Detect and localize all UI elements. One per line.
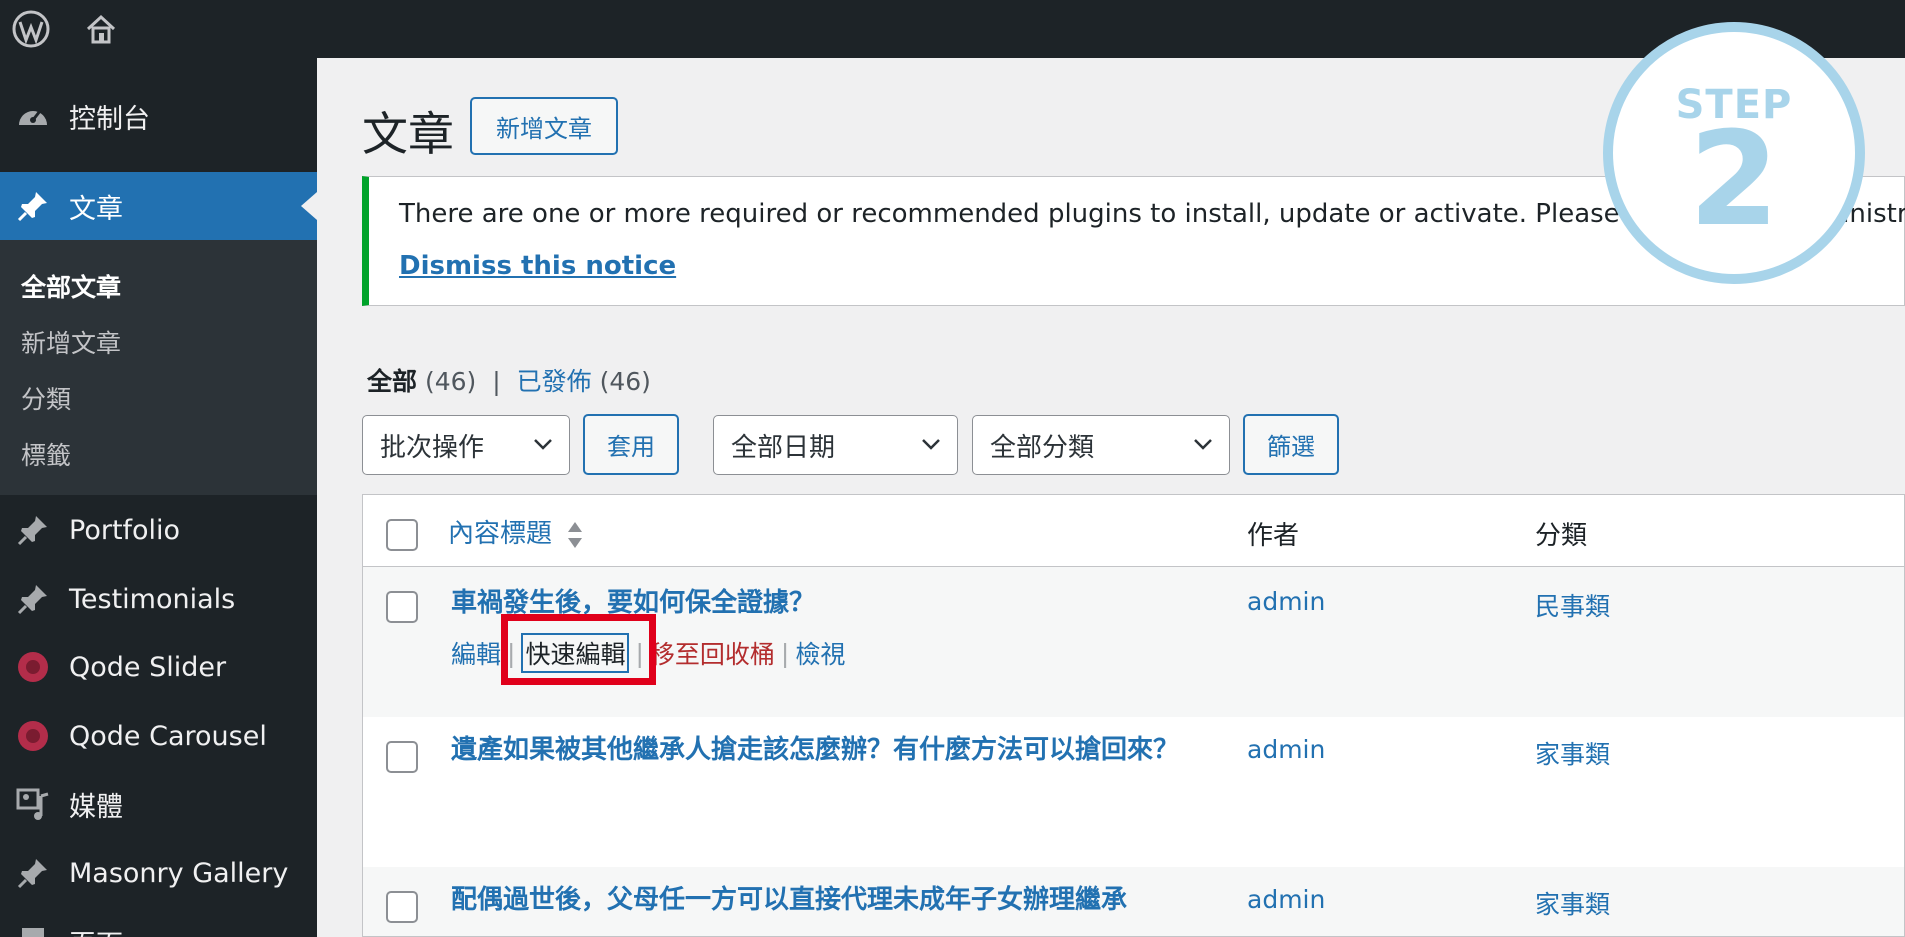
menu-label: Masonry Gallery [69, 857, 289, 889]
carousel-icon [15, 718, 51, 754]
view-published-link[interactable]: 已發佈 [517, 367, 592, 396]
column-title-label: 內容標題 [448, 519, 553, 549]
menu-item-dashboard[interactable]: 控制台 [0, 82, 317, 150]
row-checkbox[interactable] [386, 891, 418, 923]
post-title-link[interactable]: 配偶過世後，父母任一方可以直接代理未成年子女辦理繼承 [451, 881, 1211, 919]
column-title-header[interactable]: 內容標題 [448, 513, 584, 550]
filter-button[interactable]: 篩選 [1243, 414, 1339, 475]
post-author-link[interactable]: admin [1247, 587, 1325, 616]
menu-item-portfolio[interactable]: Portfolio [0, 496, 317, 564]
step-badge: STEP 2 [1603, 22, 1865, 284]
post-title-link[interactable]: 遺產如果被其他繼承人搶走該怎麼辦？有什麼方法可以搶回來？ [451, 731, 1191, 769]
submenu-all-posts[interactable]: 全部文章 [21, 268, 121, 304]
admin-sidebar: 控制台 文章 全部文章 新增文章 分類 標籤 Portfolio Testimo… [0, 58, 317, 937]
menu-item-pages[interactable]: 頁面 [0, 908, 317, 937]
table-header: 內容標題 作者 分類 [363, 495, 1904, 567]
submenu-tags[interactable]: 標籤 [21, 436, 71, 472]
menu-label: Qode Slider [69, 651, 227, 683]
table-row: 配偶過世後，父母任一方可以直接代理未成年子女辦理繼承 admin 家事類 [363, 867, 1904, 936]
apply-button[interactable]: 套用 [583, 414, 679, 475]
menu-label: Qode Carousel [69, 720, 267, 752]
dashboard-icon [15, 98, 51, 134]
submenu-categories[interactable]: 分類 [21, 380, 71, 416]
date-filter-select[interactable]: 全部日期 [713, 415, 958, 475]
bulk-action-select[interactable]: 批次操作 [362, 415, 570, 475]
column-category-header: 分類 [1535, 521, 1588, 551]
chevron-down-icon [922, 439, 940, 450]
pushpin-icon [15, 581, 51, 617]
post-category-link[interactable]: 民事類 [1535, 587, 1610, 623]
menu-label: 媒體 [69, 791, 123, 823]
select-all-checkbox[interactable] [386, 519, 418, 551]
category-filter-value: 全部分類 [990, 432, 1095, 463]
menu-item-qode-slider[interactable]: Qode Slider [0, 633, 317, 701]
action-separator: | [780, 638, 790, 668]
posts-submenu: 全部文章 新增文章 分類 標籤 [0, 240, 317, 495]
home-icon[interactable] [79, 7, 123, 51]
menu-label: 頁面 [69, 923, 123, 937]
pushpin-icon [15, 855, 51, 891]
menu-label: 控制台 [69, 103, 150, 135]
submenu-add-new[interactable]: 新增文章 [21, 324, 121, 360]
menu-item-posts[interactable]: 文章 [0, 172, 317, 240]
view-separator: | [492, 367, 501, 396]
post-status-views: 全部 (46) | 已發佈 (46) [367, 362, 651, 398]
view-all-count: (46) [424, 367, 477, 396]
post-author-link[interactable]: admin [1247, 885, 1325, 914]
media-icon [15, 786, 51, 822]
chevron-down-icon [534, 439, 552, 450]
table-row: 遺產如果被其他繼承人搶走該怎麼辦？有什麼方法可以搶回來？ admin 家事類 [363, 717, 1904, 867]
chevron-down-icon [1194, 439, 1212, 450]
view-link[interactable]: 檢視 [795, 635, 845, 671]
menu-item-qode-carousel[interactable]: Qode Carousel [0, 702, 317, 770]
menu-item-testimonials[interactable]: Testimonials [0, 565, 317, 633]
view-all-label[interactable]: 全部 [367, 367, 417, 396]
date-filter-value: 全部日期 [731, 432, 836, 463]
pushpin-icon [15, 188, 51, 224]
bulk-action-value: 批次操作 [380, 432, 485, 463]
add-new-post-button[interactable]: 新增文章 [470, 97, 618, 155]
post-author-link[interactable]: admin [1247, 735, 1325, 764]
post-category-link[interactable]: 家事類 [1535, 885, 1610, 921]
row-checkbox[interactable] [386, 591, 418, 623]
category-filter-select[interactable]: 全部分類 [972, 415, 1230, 475]
menu-label: 文章 [69, 193, 123, 225]
row-checkbox[interactable] [386, 741, 418, 773]
page-title: 文章 [362, 107, 454, 161]
admin-bar [0, 0, 1905, 58]
slider-icon [15, 649, 51, 685]
edit-link[interactable]: 編輯 [451, 635, 501, 671]
view-published-count: (46) [599, 367, 651, 396]
column-author-header: 作者 [1247, 521, 1300, 551]
menu-label: Testimonials [69, 583, 236, 615]
step-number: 2 [1688, 103, 1780, 255]
pushpin-icon [15, 512, 51, 548]
page-icon [15, 924, 51, 937]
menu-label: Portfolio [69, 514, 181, 546]
sort-icon [568, 521, 583, 548]
wordpress-logo-icon[interactable] [9, 7, 53, 51]
menu-item-masonry-gallery[interactable]: Masonry Gallery [0, 839, 317, 907]
dismiss-notice-link[interactable]: Dismiss this notice [399, 251, 676, 281]
menu-item-media[interactable]: 媒體 [0, 770, 317, 838]
posts-table: 內容標題 作者 分類 車禍發生後，要如何保全證據？ 編輯 | 快速編輯 | 移至… [362, 494, 1905, 937]
trash-link[interactable]: 移至回收桶 [650, 635, 775, 671]
post-category-link[interactable]: 家事類 [1535, 735, 1610, 771]
quick-edit-highlight [501, 614, 656, 685]
